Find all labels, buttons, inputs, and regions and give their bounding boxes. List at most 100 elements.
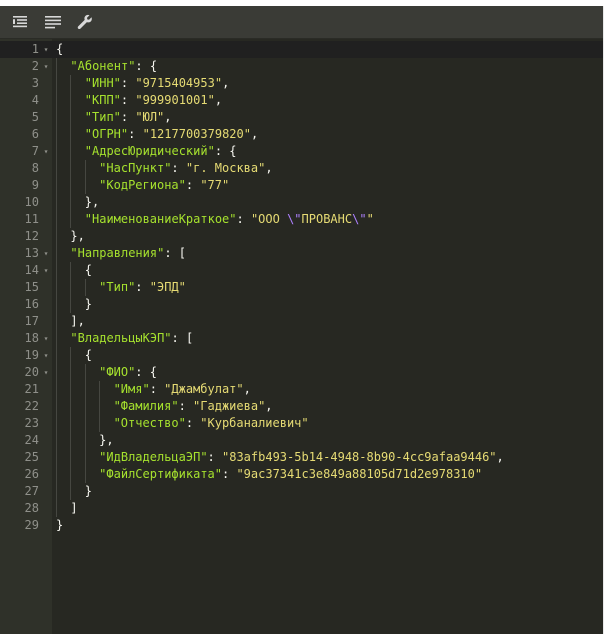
line-code: "Тип": "ЮЛ", (56, 109, 172, 126)
fold-toggle-icon[interactable]: ▾ (42, 347, 50, 364)
line-number: 5 (31, 110, 39, 124)
json-string: "77" (200, 178, 230, 192)
code-line[interactable]: 27} (0, 483, 603, 500)
code-line[interactable]: 5 "Тип": "ЮЛ", (0, 109, 603, 126)
indent-guide (56, 75, 70, 92)
line-code: } (56, 517, 63, 534)
code-line[interactable]: 8 "НасПункт": "г. Москва", (0, 160, 603, 177)
json-punctuation: : (120, 93, 136, 107)
line-number: 19 (24, 348, 39, 362)
line-number: 21 (24, 382, 39, 396)
line-number: 28 (24, 501, 39, 515)
json-key: "Отчество" (113, 416, 186, 430)
fold-toggle-icon[interactable]: ▾ (42, 330, 50, 347)
code-line[interactable]: 15 "Тип": "ЭПД" (0, 279, 603, 296)
code-line[interactable]: 28] (0, 500, 603, 517)
code-line[interactable]: 18 ▾ "ВладельцыКЭП": [ (0, 330, 603, 347)
indent-guide (56, 109, 70, 126)
indent-guide (56, 466, 70, 483)
json-punctuation: ], (70, 314, 85, 328)
fold-toggle-icon[interactable]: ▾ (42, 364, 50, 381)
indent-guide (84, 398, 99, 415)
indent-guide (99, 381, 113, 398)
repair-button[interactable] (72, 9, 98, 35)
json-punctuation: : (128, 127, 143, 141)
code-line[interactable]: 14 ▾ { (0, 262, 603, 279)
line-number: 8 (31, 161, 39, 175)
fold-toggle-icon[interactable]: ▾ (42, 41, 50, 58)
json-punctuation: : { (135, 59, 158, 73)
code-line[interactable]: 29} (0, 517, 603, 534)
editor-toolbar (0, 6, 604, 39)
fold-toggle-icon[interactable]: ▾ (42, 245, 50, 262)
code-line[interactable]: 22 "Фамилия": "Гаджиева", (0, 398, 603, 415)
code-line[interactable]: 3 "ИНН": "9715404953", (0, 75, 603, 92)
code-line[interactable]: 10}, (0, 194, 603, 211)
line-code: "Тип": "ЭПД" (56, 279, 186, 296)
code-line[interactable]: 23 "Отчество": "Курбаналиевич" (0, 415, 603, 432)
json-punctuation: : (207, 450, 222, 464)
json-punctuation: : (185, 416, 201, 430)
indent-guide (84, 415, 99, 432)
line-code: "ОГРН": "1217700379820", (56, 126, 258, 143)
code-line[interactable]: 19 ▾ { (0, 347, 603, 364)
indent-guide (56, 211, 70, 228)
json-string: "Гаджиева" (193, 399, 266, 413)
code-line[interactable]: 13 ▾ "Направления": [ (0, 245, 603, 262)
indent-guide (70, 279, 84, 296)
code-line[interactable]: 1 ▾ { (0, 41, 603, 58)
code-line[interactable]: 2 ▾ "Абонент": { (0, 58, 603, 75)
code-line[interactable]: 7 ▾ "АдресЮридический": { (0, 143, 603, 160)
format-button[interactable] (8, 9, 34, 35)
code-line[interactable]: 16} (0, 296, 603, 313)
json-punctuation: : (185, 178, 201, 192)
code-line[interactable]: 9 "КодРегиона": "77" (0, 177, 603, 194)
indent-guide (70, 347, 84, 364)
json-string: "1217700379820" (142, 127, 251, 141)
line-code: { (56, 262, 92, 279)
line-number: 13 (24, 246, 39, 260)
line-code: }, (56, 194, 99, 211)
compact-code-icon (45, 16, 61, 29)
code-line[interactable]: 20 ▾ "ФИО": { (0, 364, 603, 381)
indent-guide (56, 313, 70, 330)
line-code: ], (56, 313, 85, 330)
json-punctuation: , (222, 76, 230, 90)
fold-toggle-icon[interactable]: ▾ (42, 58, 50, 75)
compact-button[interactable] (40, 9, 66, 35)
code-line[interactable]: 12}, (0, 228, 603, 245)
line-number: 4 (31, 93, 39, 107)
code-editor[interactable]: 1 ▾{2 ▾ "Абонент": {3 "ИНН": "9715404953", 4 "… (0, 39, 603, 634)
code-line[interactable]: 26 "ФайлСертификата": "9ac37341c3e849a881… (0, 466, 603, 483)
fold-toggle-icon[interactable]: ▾ (42, 143, 50, 160)
line-number: 15 (24, 280, 39, 294)
code-line[interactable]: 6 "ОГРН": "1217700379820", (0, 126, 603, 143)
code-line[interactable]: 21 "Имя": "Джамбулат", (0, 381, 603, 398)
code-line[interactable]: 24}, (0, 432, 603, 449)
code-line[interactable]: 4 "КПП": "999901001", (0, 92, 603, 109)
line-code: "Абонент": { (56, 58, 157, 75)
line-number: 12 (24, 229, 39, 243)
indent-guide (70, 432, 84, 449)
code-lines: 1 ▾{2 ▾ "Абонент": {3 "ИНН": "9715404953", 4 "… (0, 41, 603, 534)
json-key: "Направления" (70, 246, 165, 260)
json-key: "Тип" (99, 280, 136, 294)
line-code: "КПП": "999901001", (56, 92, 222, 109)
json-punctuation: } (84, 297, 93, 311)
json-punctuation: : (149, 382, 165, 396)
indent-guide (56, 262, 70, 279)
fold-toggle-icon[interactable]: ▾ (42, 262, 50, 279)
json-key: "ФИО" (99, 365, 136, 379)
indent-guide (56, 500, 70, 517)
code-line[interactable]: 11 "НаименованиеКраткое": "ООО \"ПРОВАНС\… (0, 211, 603, 228)
json-punctuation: { (56, 42, 64, 56)
indent-guide (56, 126, 70, 143)
json-punctuation: : { (214, 144, 237, 158)
code-line[interactable]: 25 "ИдВладельцаЭП": "83afb493-5b14-4948-8… (0, 449, 603, 466)
json-string: "999901001" (135, 93, 215, 107)
json-string: "ООО (250, 212, 288, 226)
line-code: }, (56, 432, 114, 449)
indent-guide (99, 415, 113, 432)
line-code: "Направления": [ (56, 245, 186, 262)
code-line[interactable]: 17], (0, 313, 603, 330)
